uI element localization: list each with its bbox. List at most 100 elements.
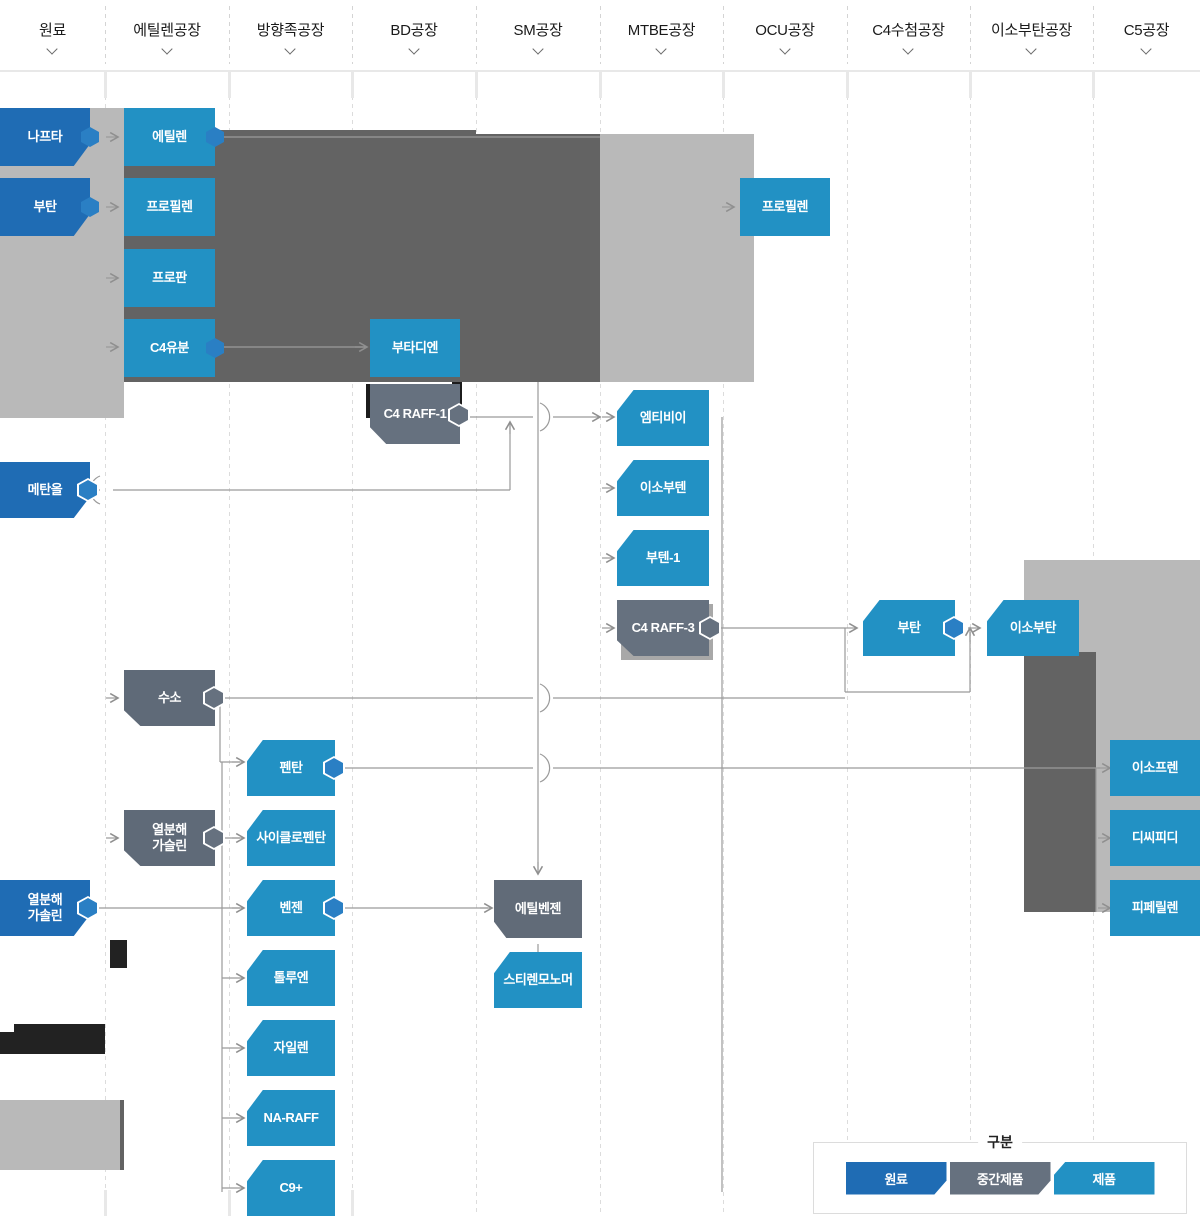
- header-column-8[interactable]: C4수첨공장: [847, 0, 970, 70]
- node-hydrogen[interactable]: 수소: [124, 670, 215, 726]
- node-pyrolysis-gasoline-mid-label: 열분해 가슬린: [152, 822, 187, 853]
- chevron-down-icon[interactable]: [533, 45, 544, 51]
- node-pyrolysis-gasoline-mid[interactable]: 열분해 가슬린: [124, 810, 215, 866]
- header-column-label: C5공장: [1123, 22, 1170, 39]
- node-pentane[interactable]: 펜탄: [247, 740, 335, 796]
- chevron-down-icon[interactable]: [47, 45, 58, 51]
- process-flow-canvas: 나프타 부탄 메탄올 열분해 가솔린 에틸렌 프로필렌 프로판 C4유분 수소 열…: [0, 72, 1200, 1216]
- node-ethylbenzene-label: 에틸벤젠: [514, 901, 562, 917]
- node-pyrolysis-gasoline-feed[interactable]: 열분해 가솔린: [0, 880, 90, 936]
- node-propane[interactable]: 프로판: [124, 249, 215, 307]
- node-na-raff[interactable]: NA-RAFF: [247, 1090, 335, 1146]
- node-butene-1[interactable]: 부텐-1: [617, 530, 709, 586]
- legend-panel: 구분 원료 중간제품 제품: [813, 1132, 1187, 1214]
- node-piperylene[interactable]: 피페릴렌: [1110, 880, 1200, 936]
- node-benzene[interactable]: 벤젠: [247, 880, 335, 936]
- header-column-7[interactable]: OCU공장: [723, 0, 847, 70]
- node-ethylene-label: 에틸렌: [152, 129, 187, 145]
- header-column-5[interactable]: SM공장: [476, 0, 600, 70]
- header-column-label: SM공장: [513, 22, 563, 39]
- capture-artifact-2: [0, 1032, 105, 1054]
- header-column-9[interactable]: 이소부탄공장: [970, 0, 1093, 70]
- node-toluene-label: 톨루엔: [273, 970, 309, 986]
- node-pyrolysis-gasoline-feed-label: 열분해 가솔린: [27, 892, 63, 923]
- header-column-label: 원료: [38, 22, 66, 39]
- chevron-down-icon[interactable]: [409, 45, 420, 51]
- header-column-label: BD공장: [390, 22, 438, 39]
- node-pentane-label: 펜탄: [279, 760, 303, 776]
- node-c4-raff-1[interactable]: C4 RAFF-1: [370, 384, 460, 444]
- capture-artifact-3: [14, 1024, 105, 1034]
- node-xylene[interactable]: 자일렌: [247, 1020, 335, 1076]
- legend-item-raw-label: 원료: [884, 1171, 908, 1187]
- legend-item-intermediate-label: 중간제품: [976, 1171, 1024, 1187]
- header-column-3[interactable]: 방향족공장: [229, 0, 352, 70]
- node-butane-product[interactable]: 부탄: [863, 600, 955, 656]
- node-na-raff-label: NA-RAFF: [263, 1110, 319, 1126]
- chevron-down-icon[interactable]: [162, 45, 173, 51]
- node-butene-1-label: 부텐-1: [646, 550, 680, 566]
- node-isobutene[interactable]: 이소부텐: [617, 460, 709, 516]
- node-cyclopentane[interactable]: 사이클로펜탄: [247, 810, 335, 866]
- node-butadiene[interactable]: 부타디엔: [370, 319, 460, 377]
- node-ethylbenzene[interactable]: 에틸벤젠: [494, 880, 582, 938]
- node-c9-plus-label: C9+: [279, 1180, 303, 1196]
- node-butane-feed-label: 부탄: [33, 199, 57, 215]
- node-isobutane-label: 이소부탄: [1009, 620, 1057, 636]
- legend-items: 원료 중간제품 제품: [814, 1143, 1186, 1213]
- chevron-down-icon[interactable]: [285, 45, 296, 51]
- node-ocu-propylene-label: 프로필렌: [761, 199, 809, 215]
- node-dcpd[interactable]: 디씨피디: [1110, 810, 1200, 866]
- header-column-label: MTBE공장: [627, 22, 696, 39]
- chevron-down-icon[interactable]: [903, 45, 914, 51]
- header-column-1[interactable]: 원료: [0, 0, 105, 70]
- node-c4-raff-3[interactable]: C4 RAFF-3: [617, 600, 709, 656]
- capture-artifact-1: [110, 940, 127, 968]
- node-c9-plus[interactable]: C9+: [247, 1160, 335, 1216]
- header-column-label: 방향족공장: [256, 22, 325, 39]
- legend-item-raw[interactable]: 원료: [845, 1161, 947, 1195]
- header-column-label: 이소부탄공장: [990, 22, 1072, 39]
- node-isobutane[interactable]: 이소부탄: [987, 600, 1079, 656]
- node-naphtha-label: 나프타: [27, 129, 63, 145]
- node-methanol-label: 메탄올: [27, 482, 63, 498]
- node-methanol[interactable]: 메탄올: [0, 462, 90, 518]
- legend-item-intermediate[interactable]: 중간제품: [949, 1161, 1051, 1195]
- legend-item-product-label: 제품: [1092, 1171, 1116, 1187]
- node-naphtha[interactable]: 나프타: [0, 108, 90, 166]
- node-ocu-propylene[interactable]: 프로필렌: [740, 178, 830, 236]
- chevron-down-icon[interactable]: [1141, 45, 1152, 51]
- node-benzene-label: 벤젠: [279, 900, 303, 916]
- chevron-down-icon[interactable]: [780, 45, 791, 51]
- node-piperylene-label: 피페릴렌: [1131, 900, 1179, 916]
- plant-column-header: 원료 에틸렌공장 방향족공장 BD공장 SM공장 MTBE공장 OCU공장 C4수첨공장 이소부…: [0, 0, 1200, 70]
- header-column-10[interactable]: C5공장: [1093, 0, 1200, 70]
- node-c4-fraction-label: C4유분: [150, 340, 189, 356]
- node-butane-product-label: 부탄: [897, 620, 921, 636]
- node-ethylene[interactable]: 에틸렌: [124, 108, 215, 166]
- header-column-2[interactable]: 에틸렌공장: [105, 0, 229, 70]
- node-dcpd-label: 디씨피디: [1131, 830, 1179, 846]
- chevron-down-icon[interactable]: [656, 45, 667, 51]
- node-propylene[interactable]: 프로필렌: [124, 178, 215, 236]
- chevron-down-icon[interactable]: [1026, 45, 1037, 51]
- node-hydrogen-label: 수소: [157, 690, 182, 706]
- node-toluene[interactable]: 톨루엔: [247, 950, 335, 1006]
- node-butane-feed[interactable]: 부탄: [0, 178, 90, 236]
- node-propane-label: 프로판: [152, 270, 187, 286]
- header-column-6[interactable]: MTBE공장: [600, 0, 723, 70]
- node-styrene-monomer[interactable]: 스티렌모노머: [494, 952, 582, 1008]
- node-butadiene-label: 부타디엔: [391, 340, 439, 356]
- header-column-label: 에틸렌공장: [133, 22, 201, 39]
- node-isoprene[interactable]: 이소프렌: [1110, 740, 1200, 796]
- header-column-label: C4수첨공장: [872, 22, 945, 39]
- node-styrene-monomer-label: 스티렌모노머: [503, 972, 573, 988]
- node-c4-fraction[interactable]: C4유분: [124, 319, 215, 377]
- node-c4-raff-1-label: C4 RAFF-1: [383, 406, 447, 422]
- header-column-4[interactable]: BD공장: [352, 0, 476, 70]
- node-mtbe[interactable]: 엠티비이: [617, 390, 709, 446]
- header-column-label: OCU공장: [755, 22, 815, 39]
- node-propylene-label: 프로필렌: [146, 199, 193, 215]
- legend-item-product[interactable]: 제품: [1053, 1161, 1155, 1195]
- node-c4-raff-3-label: C4 RAFF-3: [631, 620, 695, 636]
